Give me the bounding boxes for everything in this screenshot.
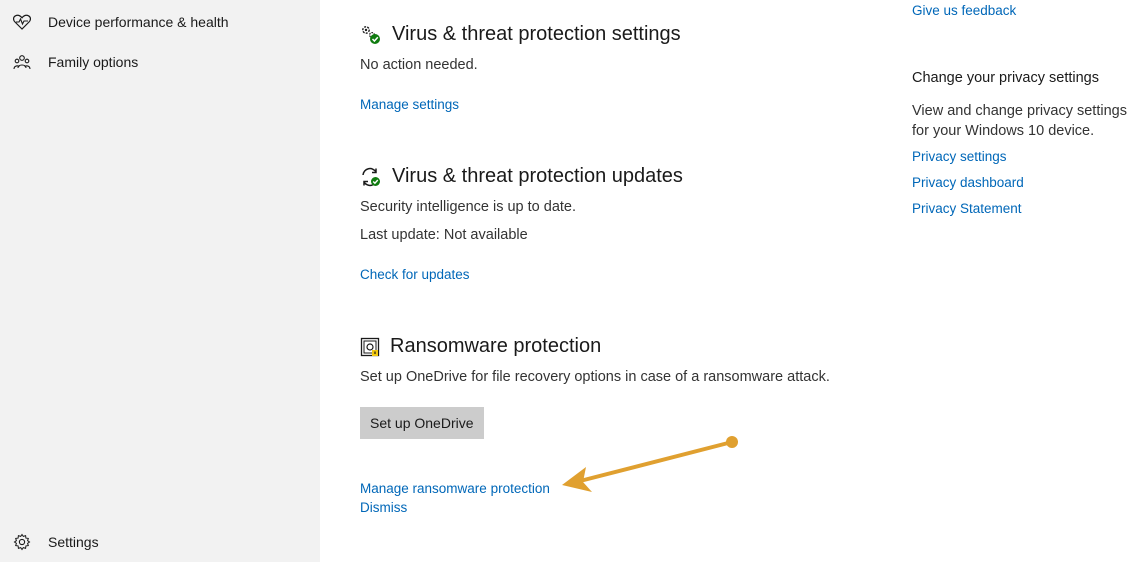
ransomware-description: Set up OneDrive for file recovery option…	[360, 369, 830, 385]
privacy-settings-link[interactable]: Privacy settings	[912, 149, 1007, 164]
settings-status-text: No action needed.	[360, 57, 478, 73]
gear-icon	[12, 532, 32, 552]
sidebar-item-label: Family options	[48, 54, 139, 70]
ransomware-shield-icon	[360, 337, 382, 359]
setup-onedrive-button[interactable]: Set up OneDrive	[360, 407, 484, 439]
manage-ransomware-protection-link[interactable]: Manage ransomware protection	[360, 481, 550, 496]
sidebar-item-device-performance[interactable]: Device performance & health	[12, 10, 229, 34]
privacy-description: View and change privacy settings for you…	[912, 103, 1127, 139]
family-icon	[12, 52, 32, 72]
gears-check-icon	[360, 24, 382, 46]
privacy-statement-link[interactable]: Privacy Statement	[912, 201, 1022, 216]
check-for-updates-link[interactable]: Check for updates	[360, 267, 470, 282]
settings-section-title: Virus & threat protection settings	[392, 23, 681, 45]
sidebar-item-family-options[interactable]: Family options	[12, 50, 138, 74]
privacy-dashboard-link[interactable]: Privacy dashboard	[912, 175, 1024, 190]
last-update-text: Last update: Not available	[360, 227, 528, 243]
main-content: Virus & threat protection settings No ac…	[320, 0, 880, 562]
right-panel: Give us feedback Change your privacy set…	[911, 0, 1139, 562]
dismiss-link[interactable]: Dismiss	[360, 500, 407, 515]
give-feedback-link[interactable]: Give us feedback	[912, 3, 1016, 18]
updates-section-title: Virus & threat protection updates	[392, 165, 683, 187]
sidebar-item-label: Settings	[48, 534, 99, 550]
manage-settings-link[interactable]: Manage settings	[360, 97, 459, 112]
privacy-heading: Change your privacy settings	[912, 70, 1099, 86]
heart-pulse-icon	[12, 12, 32, 32]
sidebar-item-settings[interactable]: Settings	[12, 530, 99, 554]
ransomware-section-title: Ransomware protection	[390, 335, 602, 357]
sidebar-item-label: Device performance & health	[48, 14, 229, 30]
refresh-check-icon	[360, 166, 382, 188]
sidebar: Device performance & health Family optio…	[0, 0, 320, 562]
updates-status-text: Security intelligence is up to date.	[360, 199, 577, 215]
